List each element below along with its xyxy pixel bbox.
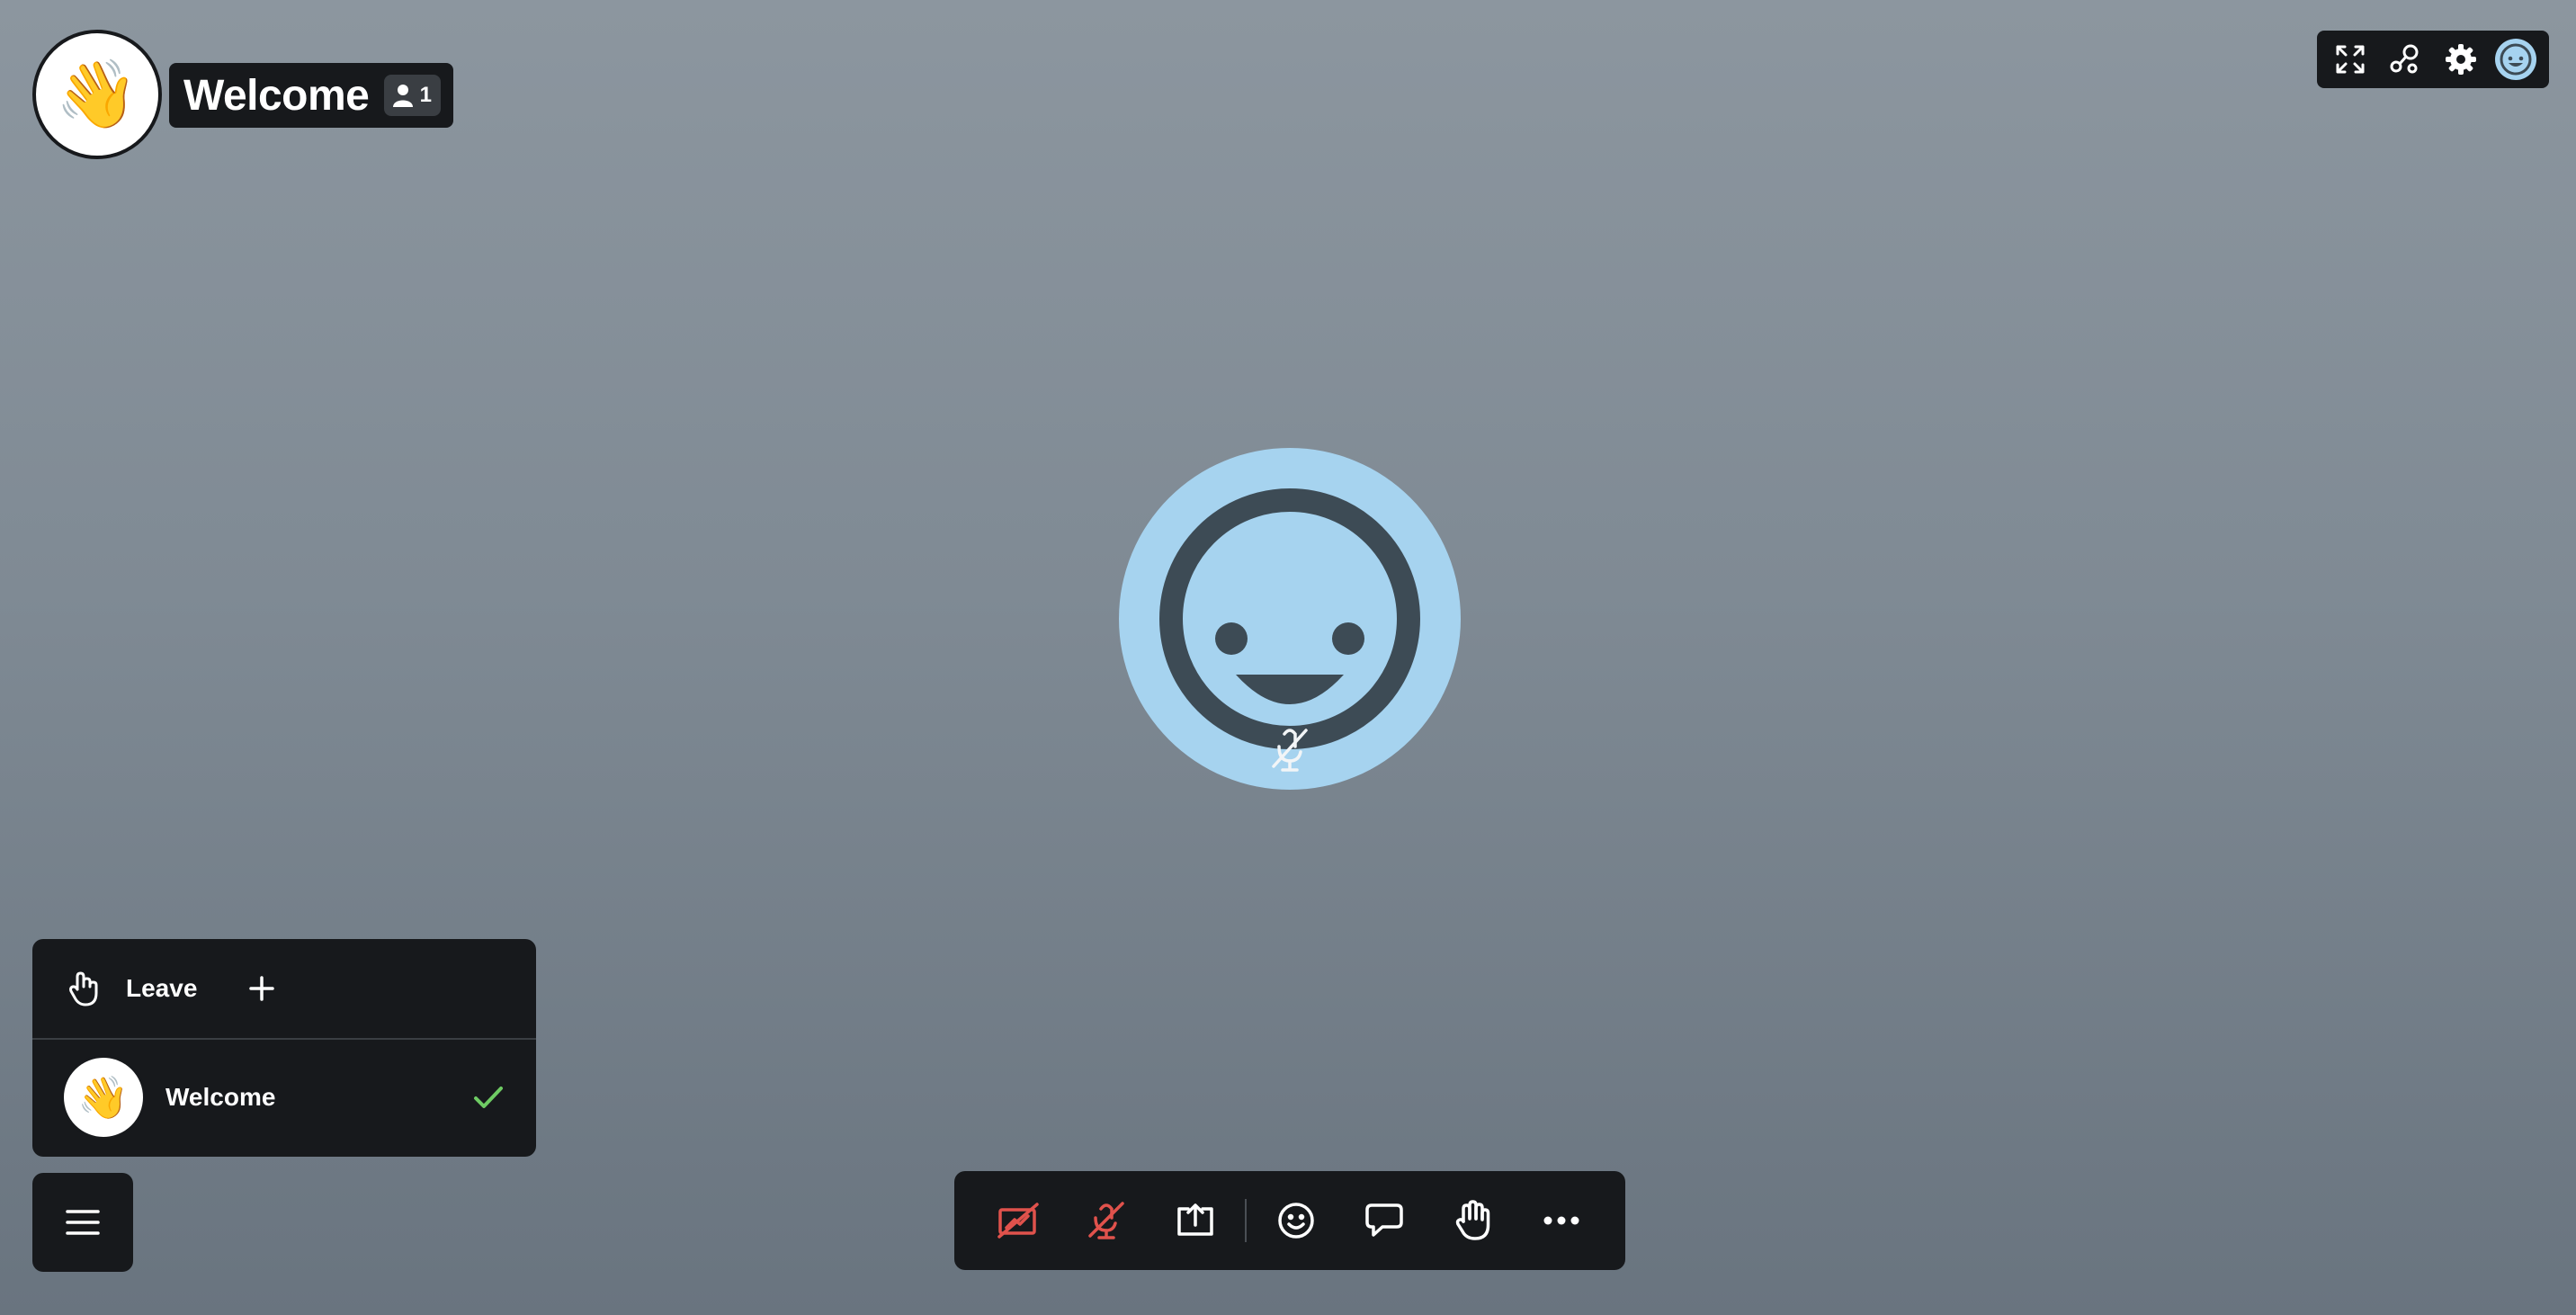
emoji-reactions-button[interactable] — [1252, 1174, 1340, 1267]
gear-icon — [2445, 44, 2476, 75]
fullscreen-icon — [2336, 45, 2365, 74]
connection-graph-icon — [2390, 44, 2419, 74]
camera-off-icon — [997, 1203, 1039, 1239]
participant-avatar[interactable] — [1119, 448, 1461, 790]
microphone-muted-icon — [1272, 729, 1308, 772]
controls-divider — [1244, 1199, 1247, 1242]
room-title: Welcome — [183, 71, 370, 120]
room-avatar: 👋 — [32, 30, 162, 159]
chat-icon — [1365, 1203, 1403, 1237]
hand-icon — [69, 971, 98, 1006]
room-list-panel: Leave 👋 Welcome — [32, 939, 536, 1157]
participant-count-badge[interactable]: 1 — [383, 75, 441, 116]
menu-button[interactable] — [32, 1173, 133, 1272]
connection-graph-button[interactable] — [2382, 36, 2428, 83]
raise-hand-icon — [1455, 1200, 1489, 1240]
emoji-icon — [1278, 1203, 1314, 1239]
call-controls — [954, 1171, 1625, 1270]
room-list-item[interactable]: 👋 Welcome — [32, 1040, 536, 1155]
more-options-button[interactable] — [1517, 1174, 1606, 1267]
profile-button[interactable] — [2492, 36, 2539, 83]
room-list-item-emoji: 👋 — [77, 1074, 130, 1121]
plus-icon — [249, 976, 275, 1001]
more-icon — [1543, 1216, 1579, 1225]
share-screen-icon — [1176, 1203, 1213, 1236]
room-emoji: 👋 — [55, 57, 139, 131]
camera-toggle-button[interactable] — [974, 1174, 1062, 1267]
hamburger-menu-icon — [66, 1210, 100, 1235]
room-list-actions: Leave — [32, 939, 536, 1040]
user-avatar-icon — [2495, 39, 2537, 80]
top-toolbar — [2317, 31, 2549, 88]
room-title-bar: Welcome 1 — [169, 63, 453, 128]
share-screen-button[interactable] — [1151, 1174, 1239, 1267]
leave-label: Leave — [126, 974, 198, 1002]
leave-button[interactable]: Leave — [68, 962, 197, 1015]
raise-hand-button[interactable] — [1428, 1174, 1516, 1267]
smiley-face-icon — [2500, 43, 2532, 76]
room-list-item-avatar: 👋 — [61, 1055, 146, 1140]
checkmark-icon — [474, 1087, 503, 1108]
room-list-item-name: Welcome — [165, 1083, 276, 1111]
settings-button[interactable] — [2437, 36, 2484, 83]
chat-button[interactable] — [1340, 1174, 1428, 1267]
fullscreen-button[interactable] — [2327, 36, 2374, 83]
person-icon — [392, 85, 413, 107]
participant-count: 1 — [419, 83, 432, 107]
microphone-off-icon — [1088, 1202, 1125, 1239]
microphone-toggle-button[interactable] — [1062, 1174, 1150, 1267]
add-room-button[interactable] — [249, 962, 275, 1015]
